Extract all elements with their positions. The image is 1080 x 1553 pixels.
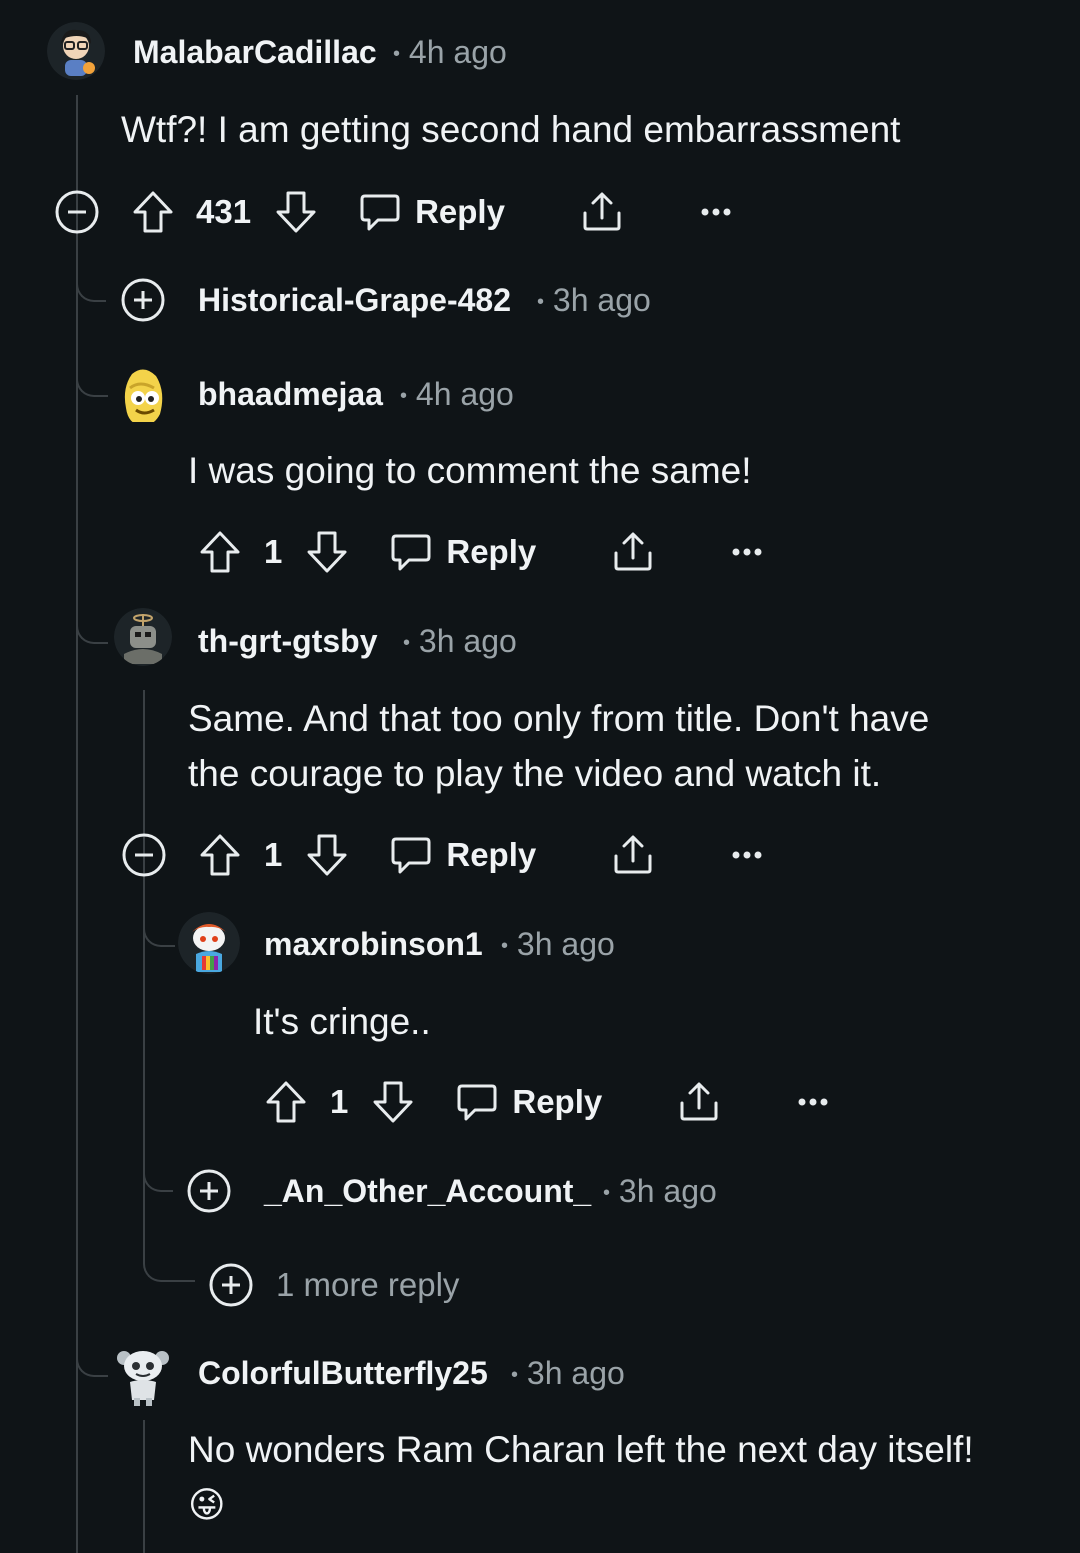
share-icon[interactable] xyxy=(612,531,654,573)
share-icon[interactable] xyxy=(581,191,623,233)
username[interactable]: ColorfulButterfly25 xyxy=(198,1355,488,1392)
timestamp: • 3h ago xyxy=(537,282,651,319)
timestamp: • 3h ago xyxy=(403,623,517,660)
upvote-icon[interactable] xyxy=(265,1080,307,1124)
downvote-icon[interactable] xyxy=(306,833,348,877)
username[interactable]: maxrobinson1 xyxy=(264,926,483,963)
timestamp: • 4h ago xyxy=(400,376,514,413)
avatar[interactable] xyxy=(114,364,172,422)
expand-icon[interactable] xyxy=(209,1263,253,1307)
comment-body: I was going to comment the same! xyxy=(188,450,752,491)
reply-button[interactable]: Reply xyxy=(390,834,536,876)
avatar[interactable] xyxy=(114,608,172,666)
thread-elbow xyxy=(76,612,108,644)
comment-body: Wtf?! I am getting second hand embarrass… xyxy=(121,109,901,150)
timestamp-text: 3h ago xyxy=(618,1173,717,1209)
timestamp: • 3h ago xyxy=(501,926,615,963)
comment-body: No wonders Ram Charan left the next day … xyxy=(188,1422,974,1532)
downvote-icon[interactable] xyxy=(306,530,348,574)
reply-label: Reply xyxy=(446,836,537,873)
username[interactable]: Historical-Grape-482 xyxy=(198,282,511,319)
timestamp-text: 3h ago xyxy=(526,1355,625,1391)
separator-dot: • xyxy=(603,1182,611,1205)
downvote-icon[interactable] xyxy=(275,190,317,234)
timestamp: • 4h ago xyxy=(393,34,507,71)
vote-count: 1 xyxy=(330,1083,349,1120)
winking-tongue-emoji: 😜 xyxy=(188,1484,226,1525)
username[interactable]: _An_Other_Account_ xyxy=(264,1173,591,1210)
reply-label: Reply xyxy=(512,1083,603,1120)
timestamp-text: 3h ago xyxy=(552,282,651,318)
avatar[interactable] xyxy=(114,1342,172,1408)
separator-dot: • xyxy=(511,1364,519,1387)
username[interactable]: th-grt-gtsby xyxy=(198,623,378,660)
more-options-icon[interactable] xyxy=(732,850,762,860)
username[interactable]: bhaadmejaa xyxy=(198,376,383,413)
avatar[interactable] xyxy=(178,912,240,974)
timestamp-text: 4h ago xyxy=(408,34,507,70)
vote-count: 1 xyxy=(264,533,283,570)
downvote-icon[interactable] xyxy=(372,1080,414,1124)
thread-elbow xyxy=(76,270,106,302)
vote-count: 1 xyxy=(264,836,283,873)
reply-button[interactable]: Reply xyxy=(390,531,536,573)
share-icon[interactable] xyxy=(612,834,654,876)
reply-bubble-icon xyxy=(391,837,431,874)
comment-body-line: No wonders Ram Charan left the next day … xyxy=(188,1429,974,1470)
separator-dot: • xyxy=(400,385,408,408)
collapse-icon[interactable] xyxy=(54,190,100,234)
thread-elbow xyxy=(76,365,108,397)
thread-elbow xyxy=(143,1250,195,1282)
more-options-icon[interactable] xyxy=(798,1097,828,1107)
upvote-icon[interactable] xyxy=(132,190,174,234)
more-replies-link[interactable]: 1 more reply xyxy=(276,1266,459,1304)
comment-body-line: Same. And that too only from title. Don'… xyxy=(188,698,930,739)
collapse-icon[interactable] xyxy=(121,833,167,877)
reply-button[interactable]: Reply xyxy=(456,1081,602,1123)
thread-elbow xyxy=(143,915,175,947)
vote-count: 431 xyxy=(196,193,252,230)
reply-button[interactable]: Reply xyxy=(359,191,505,233)
upvote-icon[interactable] xyxy=(199,530,241,574)
timestamp: • 3h ago xyxy=(603,1173,717,1210)
comment-actions: 1 Reply xyxy=(121,827,762,883)
timestamp-text: 3h ago xyxy=(418,623,517,659)
comment-actions: 1 Reply xyxy=(199,524,762,580)
avatar[interactable] xyxy=(47,22,105,80)
comment-body: Same. And that too only from title. Don'… xyxy=(188,691,929,801)
timestamp-text: 4h ago xyxy=(415,376,514,412)
comment-body-line: the courage to play the video and watch … xyxy=(188,753,882,794)
reply-bubble-icon xyxy=(391,534,431,571)
expand-icon[interactable] xyxy=(187,1169,231,1213)
separator-dot: • xyxy=(501,935,509,958)
thread-line-colorful xyxy=(143,1420,145,1553)
thread-line-root xyxy=(76,95,78,1553)
reply-label: Reply xyxy=(415,193,505,230)
thread-elbow xyxy=(143,1160,173,1192)
timestamp-text: 3h ago xyxy=(516,926,615,962)
reply-bubble-icon xyxy=(457,1084,497,1121)
thread-elbow xyxy=(76,1345,108,1377)
share-icon[interactable] xyxy=(678,1081,720,1123)
upvote-icon[interactable] xyxy=(199,833,241,877)
more-options-icon[interactable] xyxy=(732,547,762,557)
comment-actions: 431 Reply xyxy=(54,184,731,240)
comment-body: It's cringe.. xyxy=(253,1001,431,1042)
separator-dot: • xyxy=(537,291,545,314)
more-options-icon[interactable] xyxy=(701,207,731,217)
expand-icon[interactable] xyxy=(121,278,165,322)
reply-label: Reply xyxy=(446,533,537,570)
separator-dot: • xyxy=(403,632,411,655)
comment-actions: 1 Reply xyxy=(265,1074,828,1130)
reply-bubble-icon xyxy=(360,194,400,231)
separator-dot: • xyxy=(393,43,401,66)
timestamp: • 3h ago xyxy=(511,1355,625,1392)
username[interactable]: MalabarCadillac xyxy=(133,34,377,71)
